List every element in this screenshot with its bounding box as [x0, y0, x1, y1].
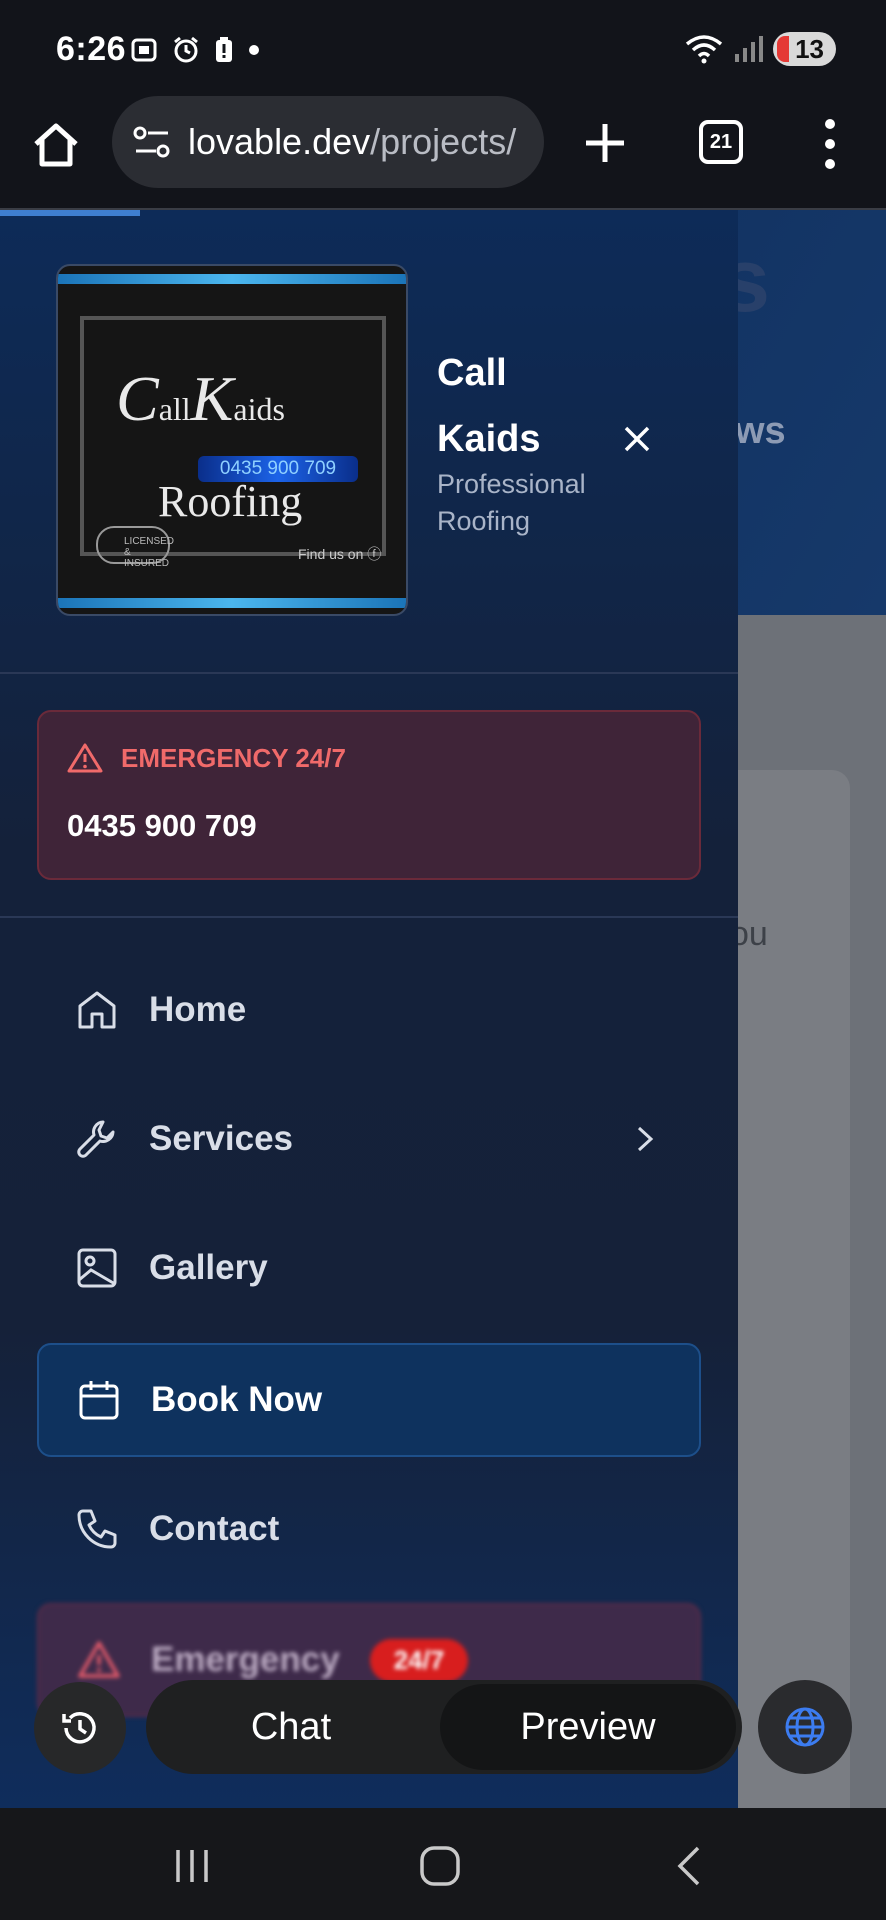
logo-stripe: [58, 598, 406, 608]
logo-find-us: Find us on ⓕ: [298, 544, 381, 564]
nav-item-gallery[interactable]: Gallery: [37, 1211, 701, 1325]
notification-icons: [130, 36, 260, 64]
warning-icon: [67, 743, 103, 773]
logo-letter-k: K: [190, 363, 234, 434]
recents-icon[interactable]: [172, 1846, 212, 1886]
url-path: /projects/: [370, 121, 517, 162]
battery-level-badge: 13: [773, 32, 836, 66]
nav-item-book-now[interactable]: Book Now: [37, 1343, 701, 1457]
emergency-phone[interactable]: 0435 900 709: [67, 808, 257, 844]
url-text: lovable.dev/projects/: [188, 121, 516, 163]
more-menu-icon[interactable]: [818, 116, 842, 172]
logo-find-us-text: Find us on: [298, 546, 364, 562]
signal-icon: [735, 36, 764, 62]
emergency-header: EMERGENCY 24/7: [67, 742, 346, 774]
chevron-right-icon[interactable]: [633, 1122, 657, 1156]
history-button[interactable]: [34, 1682, 126, 1774]
divider: [0, 916, 738, 918]
nav-item-label: Emergency: [151, 1640, 340, 1679]
divider: [0, 672, 738, 674]
emergency-callout[interactable]: EMERGENCY 24/7 0435 900 709: [37, 710, 701, 880]
brand-subtitle: Professional Roofing: [437, 466, 586, 540]
chat-tab[interactable]: Chat: [146, 1680, 436, 1774]
brand-title-line: Call: [437, 352, 507, 394]
logo-stripe: [58, 274, 406, 284]
status-time: 6:26: [56, 30, 127, 68]
brand-subtitle-line: Professional: [437, 469, 586, 499]
home-nav-icon[interactable]: [418, 1844, 462, 1888]
system-icons: 13: [685, 32, 836, 66]
browser-toolbar: lovable.dev/projects/ 21: [0, 96, 886, 210]
nav-item-label: Home: [149, 990, 247, 1029]
logo-aids: aids: [233, 391, 285, 427]
dot-icon: [249, 45, 259, 55]
globe-button[interactable]: [758, 1680, 852, 1774]
globe-icon: [785, 1707, 825, 1747]
alarm-icon: [174, 36, 198, 63]
nav-drawer: CallKaids 0435 900 709 Roofing LICENSED …: [0, 210, 738, 1810]
warning-icon: [78, 1641, 120, 1678]
logo-letter-c: C: [116, 363, 159, 434]
back-icon[interactable]: [670, 1844, 710, 1888]
brand-title: Call Kaids: [437, 340, 540, 472]
close-icon[interactable]: [622, 424, 652, 454]
logo: CallKaids 0435 900 709 Roofing LICENSED …: [56, 264, 408, 616]
loading-progress-bar: [0, 210, 140, 216]
nav-item-label: Services: [149, 1119, 294, 1158]
screenshot-icon: [131, 38, 157, 62]
facebook-icon: ⓕ: [367, 546, 382, 562]
url-host: lovable.dev: [188, 121, 371, 162]
emergency-label: EMERGENCY 24/7: [121, 742, 346, 773]
android-nav-bar: [0, 1808, 886, 1920]
nav-item-label: Book Now: [151, 1380, 323, 1419]
logo-license-badge: LICENSED & INSURED: [96, 526, 174, 569]
nav-item-home[interactable]: Home: [37, 953, 701, 1067]
home-icon[interactable]: [30, 120, 82, 172]
chat-preview-toggle: Chat Preview: [146, 1680, 742, 1774]
nav-item-services[interactable]: Services: [37, 1082, 701, 1196]
phone-icon: [77, 1509, 117, 1549]
brand-title-line: Kaids: [437, 418, 541, 460]
brand-subtitle-line: Roofing: [437, 506, 531, 536]
background-hero-text: ws: [735, 410, 786, 452]
nav-item-contact[interactable]: Contact: [37, 1472, 701, 1586]
emergency-badge: 24/7: [369, 1638, 469, 1682]
home-icon: [78, 991, 116, 1029]
calendar-icon: [79, 1381, 119, 1420]
tab-switcher-button[interactable]: 21: [699, 120, 743, 164]
preview-tab[interactable]: Preview: [440, 1684, 736, 1770]
history-icon: [62, 1712, 96, 1744]
logo-roofing: Roofing: [158, 477, 303, 526]
status-bar: 6:26 13: [0, 0, 886, 96]
image-icon: [77, 1248, 117, 1288]
logo-wordmark: CallKaids: [116, 362, 285, 436]
nav-item-label: Contact: [149, 1509, 280, 1548]
new-tab-icon[interactable]: [580, 118, 630, 168]
wifi-icon: [685, 35, 723, 64]
wrench-icon: [77, 1120, 115, 1158]
url-bar[interactable]: lovable.dev/projects/: [112, 96, 544, 188]
nav-item-label: Gallery: [149, 1248, 268, 1287]
site-settings-icon[interactable]: [132, 124, 172, 160]
battery-alert-icon: [216, 37, 232, 62]
logo-all: all: [158, 391, 191, 427]
